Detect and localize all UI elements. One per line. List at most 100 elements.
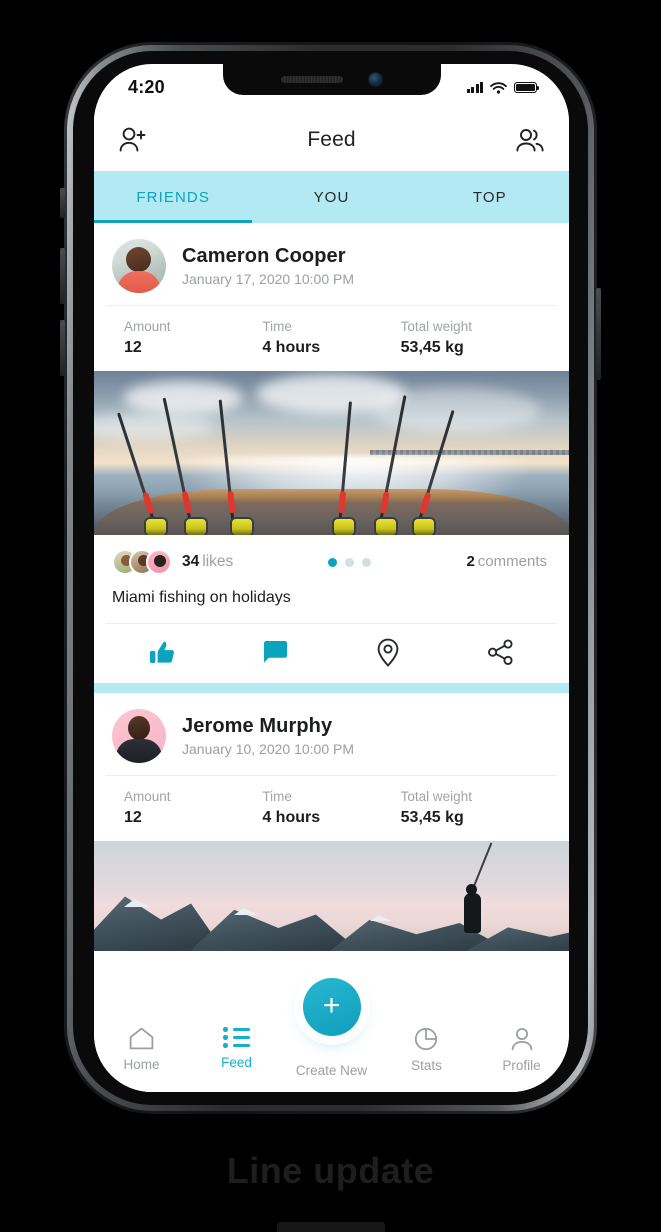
stat-amount-label: Amount xyxy=(124,319,171,334)
stat-amount-label: Amount xyxy=(124,789,171,804)
stat-weight-value: 53,45 kg xyxy=(400,339,464,356)
battery-full-icon xyxy=(514,81,540,94)
likes-text[interactable]: 34 likes xyxy=(182,553,233,571)
front-camera-icon xyxy=(369,73,382,86)
status-icons xyxy=(466,81,540,94)
likers-avatars[interactable] xyxy=(112,549,172,575)
likes-count: 34 xyxy=(182,553,200,570)
feed-post-cameron: Cameron Cooper January 17, 2020 10:00 PM… xyxy=(94,223,569,683)
volume-up-button[interactable] xyxy=(60,248,65,304)
post-header[interactable]: Jerome Murphy January 10, 2020 10:00 PM xyxy=(94,693,569,775)
post-caption: Miami fishing on holidays xyxy=(112,589,291,606)
post-actions xyxy=(106,623,557,683)
location-icon xyxy=(377,638,399,667)
post-header[interactable]: Cameron Cooper January 17, 2020 10:00 PM xyxy=(94,223,569,305)
fisherman-body xyxy=(464,893,481,933)
power-button[interactable] xyxy=(596,288,601,380)
app-header: Feed xyxy=(94,108,569,171)
nav-profile-label: Profile xyxy=(502,1058,541,1073)
post-author: Cameron Cooper xyxy=(182,245,346,267)
post-meta: Jerome Murphy January 10, 2020 10:00 PM xyxy=(182,715,354,757)
tab-you[interactable]: YOU xyxy=(252,171,410,223)
page-caption: Line update xyxy=(226,1150,435,1191)
nav-item-home[interactable]: Home xyxy=(94,1016,189,1072)
stat-amount-value: 12 xyxy=(124,809,142,826)
friends-icon[interactable] xyxy=(515,127,545,153)
post-stats: Amount 12 Time 4 hours Total weight 53,4… xyxy=(106,305,557,371)
post-date: January 17, 2020 10:00 PM xyxy=(182,271,355,287)
nav-home-label: Home xyxy=(123,1057,160,1072)
screenshot-stage: 4:20 Feed FRIENDS YOU TOP Cameron Cooper… xyxy=(0,0,661,1232)
share-button[interactable] xyxy=(444,639,557,666)
post-author: Jerome Murphy xyxy=(182,715,333,737)
post-divider xyxy=(94,683,569,693)
comment-button[interactable] xyxy=(219,640,332,665)
pagination-dot-2[interactable] xyxy=(345,557,355,567)
plus-icon: + xyxy=(322,988,341,1022)
location-button[interactable] xyxy=(332,638,445,667)
post-photo-mountains[interactable] xyxy=(94,841,569,951)
like-button[interactable] xyxy=(106,640,219,666)
add-person-icon[interactable] xyxy=(118,126,148,154)
skyline xyxy=(369,449,569,455)
bottom-navigation: Home Feed + Create New Stats Profile xyxy=(94,978,569,1092)
stat-time-label: Time xyxy=(262,319,292,334)
notch xyxy=(222,64,441,95)
volume-down-button[interactable] xyxy=(60,320,65,376)
signal-bars-icon xyxy=(466,82,483,93)
comments-label: comments xyxy=(477,553,547,570)
nav-item-feed[interactable]: Feed xyxy=(189,1016,284,1070)
feed-post-jerome: Jerome Murphy January 10, 2020 10:00 PM … xyxy=(94,693,569,951)
create-new-fab[interactable]: + xyxy=(302,978,361,1036)
feed-list[interactable]: Cameron Cooper January 17, 2020 10:00 PM… xyxy=(94,223,569,1092)
stat-time-label: Time xyxy=(262,789,292,804)
post-meta: Cameron Cooper January 17, 2020 10:00 PM xyxy=(182,245,354,287)
nav-item-stats[interactable]: Stats xyxy=(379,1016,474,1073)
photo-pagination[interactable] xyxy=(328,557,372,567)
phone-screen: 4:20 Feed FRIENDS YOU TOP Cameron Cooper… xyxy=(94,64,569,1092)
stat-weight-label: Total weight xyxy=(400,789,472,804)
stat-weight-label: Total weight xyxy=(400,319,472,334)
nav-create-label: Create New xyxy=(295,1063,368,1078)
nav-item-create-new[interactable]: + Create New xyxy=(284,978,379,1078)
stat-time: Time 4 hours xyxy=(262,789,400,827)
stat-time-value: 4 hours xyxy=(262,809,321,826)
tab-friends[interactable]: FRIENDS xyxy=(94,171,253,223)
feed-tabs: FRIENDS YOU TOP xyxy=(94,171,569,223)
stat-amount-value: 12 xyxy=(124,339,142,356)
stat-weight: Total weight 53,45 kg xyxy=(401,319,539,357)
comments-text[interactable]: 2 comments xyxy=(466,553,547,571)
likes-label: likes xyxy=(202,553,234,570)
person-icon xyxy=(511,1028,532,1051)
home-icon xyxy=(129,1027,154,1050)
status-clock: 4:20 xyxy=(128,76,165,97)
comment-icon xyxy=(263,641,287,663)
stat-time-value: 4 hours xyxy=(262,339,321,356)
like-icon xyxy=(149,641,174,663)
stat-time: Time 4 hours xyxy=(262,319,400,357)
page-title: Feed xyxy=(307,127,356,151)
avatar[interactable] xyxy=(112,709,166,763)
tab-friends-label: FRIENDS xyxy=(136,188,210,206)
pagination-dot-1[interactable] xyxy=(328,557,338,567)
comments-count: 2 xyxy=(466,553,475,570)
stat-weight: Total weight 53,45 kg xyxy=(401,789,539,827)
phone-frame: 4:20 Feed FRIENDS YOU TOP Cameron Cooper… xyxy=(60,42,601,1114)
nav-item-profile[interactable]: Profile xyxy=(474,1016,569,1073)
nav-stats-label: Stats xyxy=(411,1058,442,1073)
liker-avatar xyxy=(146,549,172,575)
avatar[interactable] xyxy=(112,239,166,293)
list-icon xyxy=(223,1027,250,1048)
tab-you-label: YOU xyxy=(313,188,350,206)
wifi-icon xyxy=(490,81,507,94)
post-photo-boat[interactable] xyxy=(94,371,569,535)
mute-switch[interactable] xyxy=(60,188,65,218)
post-date: January 10, 2020 10:00 PM xyxy=(182,741,355,757)
stat-amount: Amount 12 xyxy=(124,319,262,357)
nav-feed-label: Feed xyxy=(221,1054,252,1070)
post-engagement-row: 34 likes 2 comments xyxy=(94,535,569,585)
stat-weight-value: 53,45 kg xyxy=(400,809,464,826)
stat-amount: Amount 12 xyxy=(124,789,262,827)
pagination-dot-3[interactable] xyxy=(362,557,372,567)
tab-top[interactable]: TOP xyxy=(411,171,569,223)
